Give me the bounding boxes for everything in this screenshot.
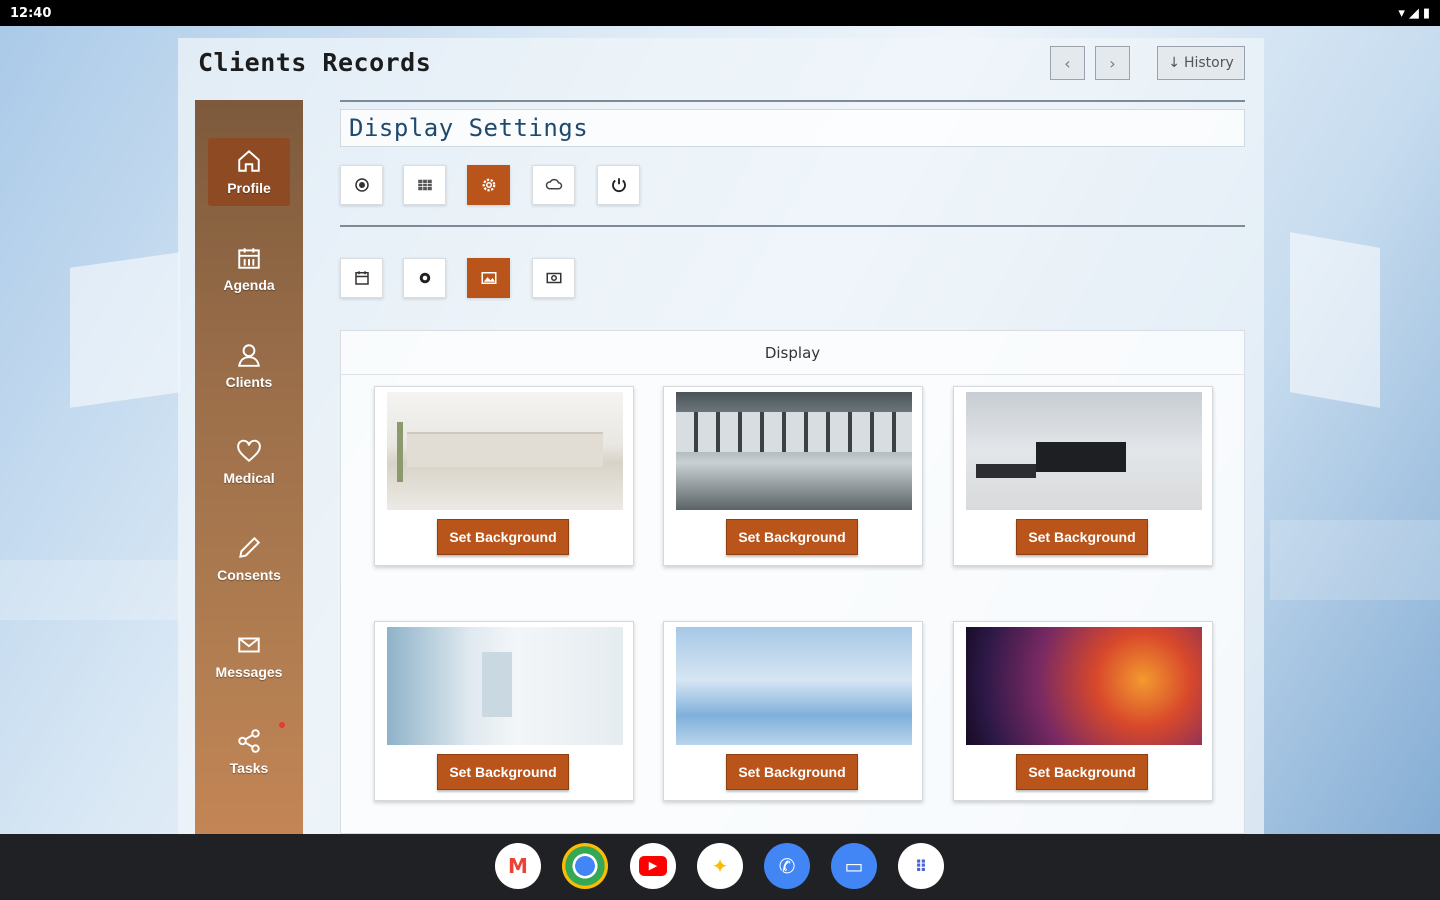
tab-record[interactable] [340,165,383,205]
sidebar-item-tasks[interactable]: Tasks [208,718,290,786]
wifi-icon: ▾ [1398,5,1405,21]
pencil-icon [239,536,261,558]
app-window: Clients Records ‹ › ↓ History Profile Ag… [178,38,1264,834]
divider [340,100,1245,102]
divider [340,225,1245,227]
display-title: Display [341,331,1244,375]
background-thumbnail-reception[interactable] [966,392,1202,510]
sidebar-item-messages[interactable]: Messages [208,622,290,690]
heart-icon [237,439,261,463]
sidebar-item-label: Consents [217,567,281,583]
tab-image[interactable] [467,258,510,298]
signal-icon: ◢ [1408,5,1419,21]
section-title: Display Settings [340,109,1245,147]
background-card: Set Background [374,386,634,566]
history-button[interactable]: ↓ History [1157,46,1245,80]
tab-power[interactable] [597,165,640,205]
apps-grid-icon[interactable]: ⠿ [898,843,944,889]
page-title: Clients Records [198,48,432,77]
sidebar-item-clients[interactable]: Clients [208,332,290,400]
money-icon [546,272,561,284]
display-panel: Display Set Background Set Background Se… [340,330,1245,834]
tab-money[interactable] [532,258,575,298]
photos-icon[interactable]: ✦ [697,843,743,889]
background-thumbnail-blue-room[interactable] [676,627,912,745]
background-thumbnail-white-lobby[interactable] [387,392,623,510]
background-card: Set Background [663,621,923,801]
background-thumbnail-corridor[interactable] [387,627,623,745]
sidebar-item-label: Medical [223,470,275,486]
set-background-button[interactable]: Set Background [437,754,569,790]
record-icon [354,178,369,192]
status-bar: 12:40 ▾ ◢ ▮ [0,0,1440,26]
sidebar-item-label: Agenda [223,277,275,293]
grid-icon [417,179,432,191]
mail-icon [238,637,260,653]
background-thumbnail-abstract-fire[interactable] [966,627,1202,745]
calendar-small-icon [354,271,369,285]
background-thumbnail-glass-office[interactable] [676,392,912,510]
sidebar-item-agenda[interactable]: Agenda [208,235,290,303]
set-background-button[interactable]: Set Background [1016,519,1148,555]
calendar-icon [238,248,260,269]
tab-gear[interactable] [467,165,510,205]
phone-icon[interactable]: ✆ [764,843,810,889]
tab-cog[interactable] [403,258,446,298]
clients-icon [238,344,260,367]
tab-cloud[interactable] [532,165,575,205]
sidebar-item-label: Clients [225,374,273,390]
arrow-down-icon: ↓ [1168,55,1180,71]
sidebar-item-consents[interactable]: Consents [208,525,290,593]
chrome-icon[interactable] [562,843,608,889]
cog-icon [419,272,430,284]
image-icon [481,272,496,284]
background-card: Set Background [953,386,1213,566]
sidebar: Profile Agenda Clients Medical Consents … [195,100,303,834]
cloud-icon [545,178,562,190]
background-card: Set Background [953,621,1213,801]
set-background-button[interactable]: Set Background [726,519,858,555]
share-icon [238,729,260,753]
status-icons: ▾ ◢ ▮ [1398,6,1430,21]
youtube-icon[interactable]: ▶ [630,843,676,889]
background-card: Set Background [374,621,634,801]
history-label: History [1183,55,1234,71]
tab-grid[interactable] [403,165,446,205]
sidebar-item-label: Tasks [229,760,269,776]
clock: 12:40 [10,5,52,21]
sidebar-item-label: Profile [227,180,271,196]
prev-button[interactable]: ‹ [1050,46,1085,80]
tab-calendar[interactable] [340,258,383,298]
home-icon [238,149,260,172]
messages-icon[interactable]: ▭ [831,843,877,889]
set-background-button[interactable]: Set Background [437,519,569,555]
sidebar-item-profile[interactable]: Profile [208,138,290,206]
next-button[interactable]: › [1095,46,1130,80]
set-background-button[interactable]: Set Background [1016,754,1148,790]
sidebar-item-label: Messages [215,664,283,680]
power-icon [611,178,626,193]
gmail-icon[interactable]: M [495,843,541,889]
set-background-button[interactable]: Set Background [726,754,858,790]
gear-icon [482,178,495,192]
sidebar-item-medical[interactable]: Medical [208,428,290,496]
battery-icon: ▮ [1422,5,1430,21]
notification-dot [279,722,285,728]
background-card: Set Background [663,386,923,566]
